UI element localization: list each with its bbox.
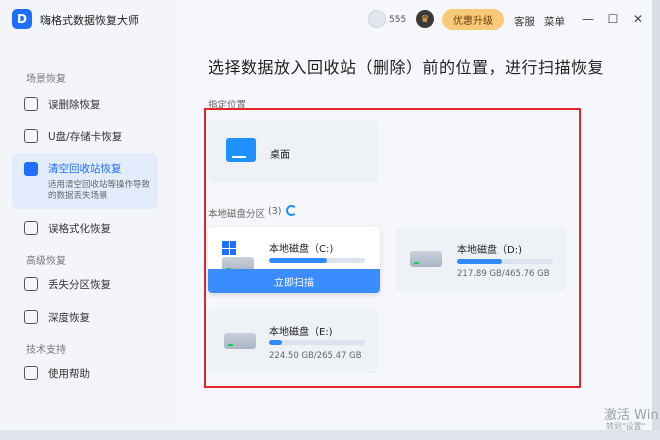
page-title: 选择数据放入回收站（删除）前的位置，进行扫描恢复	[208, 58, 605, 77]
background-window-edge	[652, 0, 660, 440]
menu-link[interactable]: 菜单	[544, 14, 565, 29]
sidebar-item-recycle-bin[interactable]: 清空回收站恢复 适用清空回收站等操作导致的数据丢失场景	[12, 153, 158, 209]
sidebar-item-usb[interactable]: U盘/存储卡恢复	[12, 123, 158, 149]
sidebar-item-help[interactable]: 使用帮助	[12, 360, 158, 386]
maximize-button[interactable]: ☐	[604, 10, 622, 28]
partition-icon	[24, 277, 38, 291]
points-count: 555	[389, 15, 407, 25]
section-label-support: 技术支持	[26, 345, 66, 356]
sidebar-item-label: 深度恢复	[48, 311, 90, 324]
section-label-scene: 场景恢复	[26, 74, 66, 85]
sidebar-item-misdelete[interactable]: 误删除恢复	[12, 91, 158, 117]
avatar[interactable]	[368, 10, 386, 28]
sidebar-item-deep[interactable]: 深度恢复	[12, 304, 158, 330]
sidebar-item-label: U盘/存储卡恢复	[48, 130, 123, 143]
sidebar-item-desc: 适用清空回收站等操作导致的数据丢失场景	[48, 180, 151, 201]
format-icon	[24, 221, 38, 235]
minimize-button[interactable]: —	[579, 10, 597, 28]
activation-watermark-sub: 转到"设置"	[606, 422, 646, 431]
sidebar-item-partition[interactable]: 丢失分区恢复	[12, 271, 158, 297]
highlight-annotation-box	[204, 108, 581, 388]
taskbar-strip	[0, 430, 660, 440]
app-title: 嗨格式数据恢复大师	[40, 14, 139, 27]
title-bar: 555 ♛ 优惠升级 客服 菜单 — ☐ ✕	[176, 0, 652, 40]
trash-icon	[24, 161, 38, 176]
usb-icon	[24, 129, 38, 143]
section-label-advanced: 高级恢复	[26, 256, 66, 267]
file-delete-icon	[24, 97, 38, 111]
sidebar-item-label: 误删除恢复	[48, 98, 101, 111]
close-button[interactable]: ✕	[629, 10, 647, 28]
help-book-icon	[24, 366, 38, 380]
deep-scan-icon	[24, 310, 38, 324]
app-logo-icon: D	[12, 9, 32, 29]
app-window: D 嗨格式数据恢复大师 场景恢复 误删除恢复 U盘/存储卡恢复 清空回收站恢复 …	[0, 0, 652, 430]
upgrade-button[interactable]: 优惠升级	[442, 9, 504, 30]
sidebar: D 嗨格式数据恢复大师 场景恢复 误删除恢复 U盘/存储卡恢复 清空回收站恢复 …	[0, 0, 176, 430]
sidebar-item-label: 清空回收站恢复	[48, 163, 122, 175]
sidebar-item-format[interactable]: 误格式化恢复	[12, 215, 158, 241]
customer-service-link[interactable]: 客服	[514, 14, 535, 29]
sidebar-item-label: 丢失分区恢复	[48, 278, 111, 291]
sidebar-item-label: 使用帮助	[48, 367, 90, 380]
vip-crown-icon[interactable]: ♛	[416, 10, 434, 28]
sidebar-item-label: 误格式化恢复	[48, 222, 111, 235]
